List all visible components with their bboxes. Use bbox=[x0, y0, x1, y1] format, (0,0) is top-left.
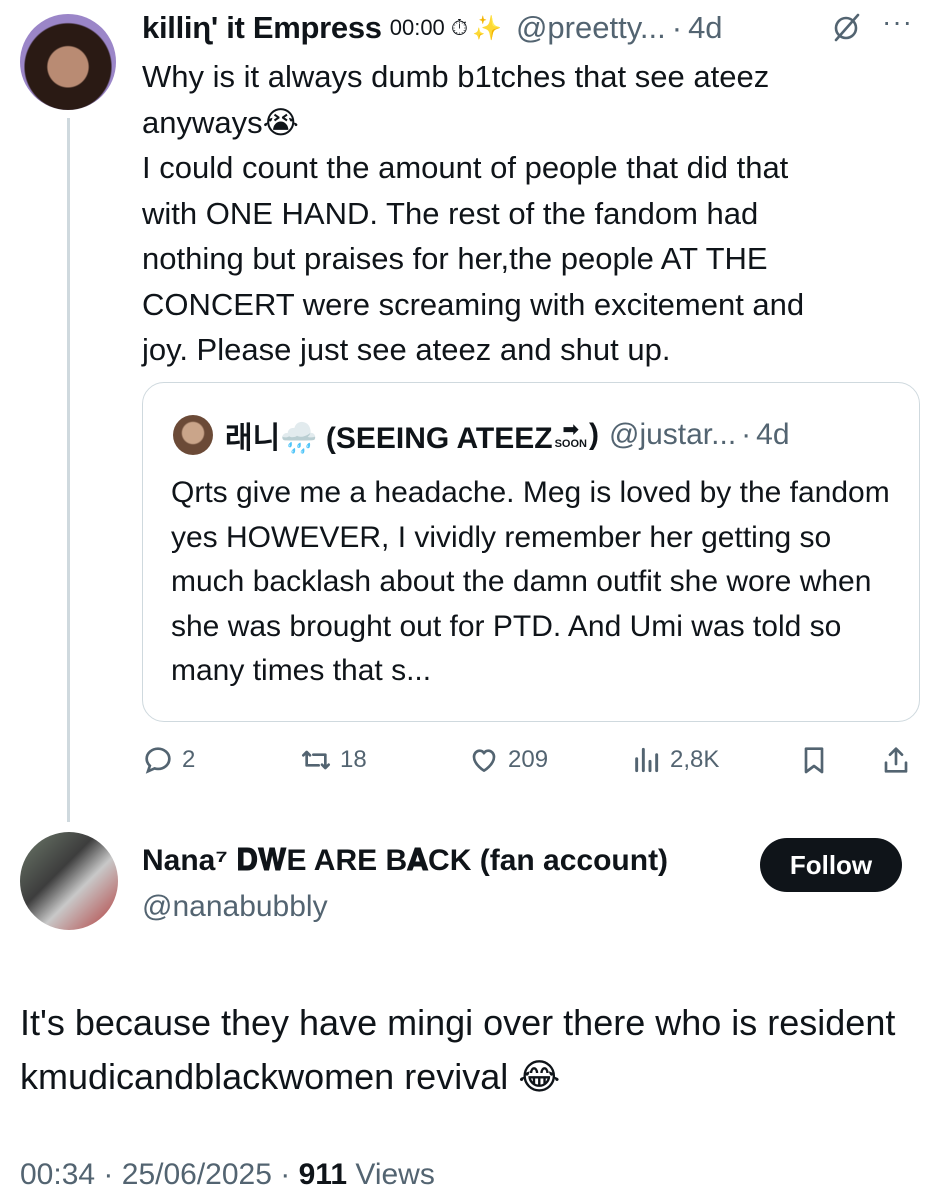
quoted-name-close: ) bbox=[588, 418, 599, 451]
separator-dot: · bbox=[103, 1158, 114, 1191]
grok-icon[interactable] bbox=[832, 12, 862, 42]
separator-dot: · bbox=[671, 10, 683, 45]
views-count: 2,8K bbox=[670, 746, 720, 773]
quoted-timestamp: 4d bbox=[756, 418, 790, 451]
soon-arrow: ➡ bbox=[562, 418, 580, 441]
reply-avatar[interactable] bbox=[20, 832, 118, 930]
more-icon[interactable]: ··· bbox=[882, 6, 913, 38]
reply-tweet-text: It's because they have mingi over there … bbox=[20, 1002, 896, 1097]
reply-time[interactable]: 00:34 bbox=[20, 1158, 95, 1191]
repost-button[interactable]: 18 bbox=[300, 738, 367, 782]
repost-count: 18 bbox=[340, 746, 367, 773]
quoted-tweet[interactable]: 래니🌧️ (SEEING ATEEZ ➡ SOON ) @justar... ·… bbox=[142, 382, 920, 722]
parent-avatar[interactable] bbox=[20, 14, 116, 110]
reply-views-label: Views bbox=[347, 1158, 435, 1191]
reply-handle[interactable]: @nanabubbly bbox=[142, 890, 328, 924]
separator-dot: · bbox=[280, 1158, 291, 1191]
parent-header: killiɳ' it Empress 00:00 ⏱ ✨ @preetty...… bbox=[142, 8, 922, 48]
views-button[interactable]: 2,8K bbox=[630, 738, 719, 782]
parent-timestamp[interactable]: 4d bbox=[688, 10, 722, 46]
views-icon bbox=[635, 747, 659, 773]
reply-count: 2 bbox=[182, 746, 196, 773]
reply-icon bbox=[145, 747, 171, 774]
quoted-avatar bbox=[173, 415, 213, 455]
parent-name-badge: 00:00 ⏱ bbox=[389, 15, 469, 40]
bookmark-icon bbox=[804, 747, 824, 774]
parent-handle[interactable]: @preetty... bbox=[516, 10, 666, 46]
like-count: 209 bbox=[508, 746, 549, 773]
quoted-header: 래니🌧️ (SEEING ATEEZ ➡ SOON ) @justar... ·… bbox=[173, 413, 790, 457]
quoted-handle: @justar... bbox=[608, 418, 737, 451]
parent-display-name[interactable]: killiɳ' it Empress bbox=[142, 10, 382, 46]
reply-display-name[interactable]: Nana⁷ 𝐃𝐖E ARE B𝐀CK (fan account) bbox=[142, 844, 668, 878]
action-bar: 2 18 209 2,8K bbox=[142, 738, 922, 782]
reply-date[interactable]: 25/06/2025 bbox=[122, 1158, 272, 1191]
bookmark-button[interactable] bbox=[798, 738, 830, 782]
parent-tweet-text: Why is it always dumb b1tches that see a… bbox=[142, 59, 805, 367]
reply-views-count: 911 bbox=[298, 1158, 348, 1191]
soon-label: SOON bbox=[554, 437, 587, 450]
like-button[interactable]: 209 bbox=[468, 738, 548, 782]
sparkle-icon: ✨ bbox=[472, 14, 502, 42]
share-button[interactable] bbox=[880, 738, 912, 782]
quoted-display-name: 래니🌧️ (SEEING ATEEZ bbox=[225, 422, 553, 455]
reply-button[interactable]: 2 bbox=[142, 738, 195, 782]
soon-arrow-icon: ➡ SOON bbox=[554, 418, 587, 450]
follow-button[interactable]: Follow bbox=[760, 838, 902, 892]
reply-metadata: 00:34 · 25/06/2025 · 911 Views bbox=[20, 1158, 435, 1192]
quoted-tweet-text: Qrts give me a headache. Meg is loved by… bbox=[171, 476, 890, 687]
thread-line bbox=[67, 118, 70, 822]
repost-icon bbox=[302, 750, 330, 770]
separator-dot: · bbox=[741, 418, 752, 451]
like-icon bbox=[472, 749, 496, 772]
share-icon bbox=[884, 747, 908, 773]
